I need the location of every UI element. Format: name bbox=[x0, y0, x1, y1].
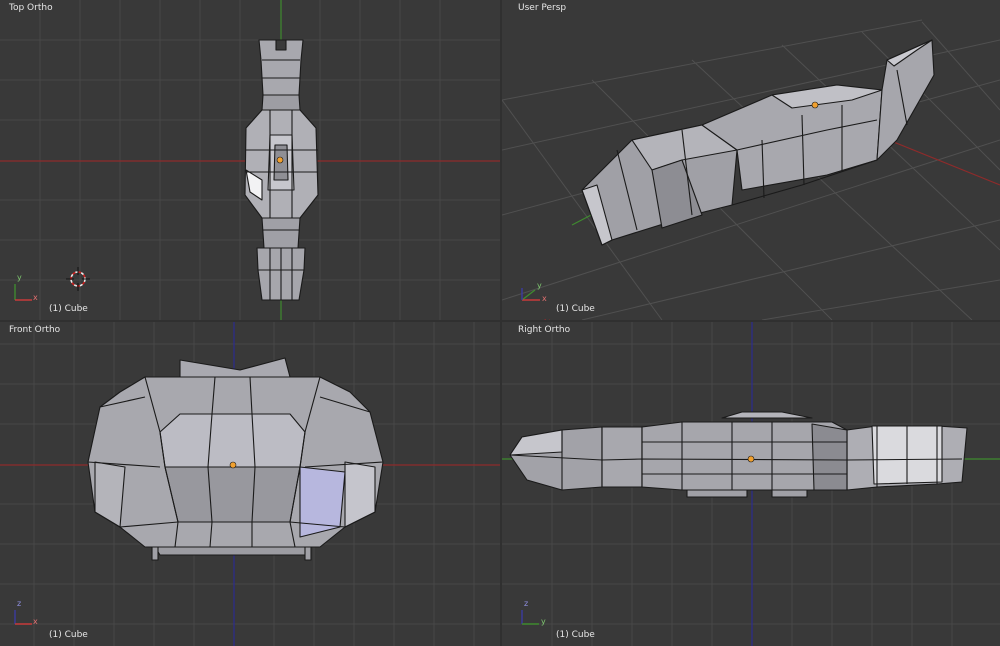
mesh-cube[interactable] bbox=[581, 39, 935, 246]
viewport-top-canvas[interactable] bbox=[0, 0, 500, 320]
axis-label-x: x bbox=[542, 294, 547, 303]
origin-point bbox=[811, 101, 819, 109]
origin-point bbox=[229, 461, 237, 469]
viewport-front-canvas[interactable] bbox=[0, 322, 500, 646]
axis-label-z: z bbox=[17, 599, 22, 608]
origin-point bbox=[747, 455, 755, 463]
axis-label-y: y bbox=[537, 281, 542, 290]
axis-gizmo-icon bbox=[521, 610, 539, 625]
mesh-cube[interactable] bbox=[509, 411, 968, 498]
viewport-top-ortho[interactable]: Top Ortho (1) Cube y x bbox=[0, 0, 500, 320]
axis-label-z: z bbox=[524, 599, 529, 608]
viewport-label: User Persp bbox=[518, 3, 567, 13]
axis-gizmo-icon bbox=[14, 284, 32, 301]
axis-label-y: y bbox=[17, 273, 22, 282]
mesh-cube[interactable] bbox=[87, 357, 384, 561]
active-object-label: (1) Cube bbox=[556, 304, 595, 314]
axis-label-x: x bbox=[33, 617, 38, 626]
axis-gizmo-icon bbox=[14, 610, 32, 625]
3d-cursor-icon bbox=[66, 267, 90, 291]
axis-label-y: y bbox=[541, 617, 546, 626]
viewport-right-ortho[interactable]: Right Ortho (1) Cube z y bbox=[502, 322, 1000, 646]
viewport-front-ortho[interactable]: Front Ortho (1) Cube z x bbox=[0, 322, 500, 646]
viewport-label: Front Ortho bbox=[9, 325, 61, 335]
viewport-user-persp[interactable]: User Persp (1) Cube y x bbox=[502, 0, 1000, 320]
viewport-right-canvas[interactable] bbox=[502, 322, 1000, 646]
active-object-label: (1) Cube bbox=[49, 304, 88, 314]
viewport-label: Right Ortho bbox=[518, 325, 571, 335]
viewport-label: Top Ortho bbox=[9, 3, 53, 13]
axis-label-x: x bbox=[33, 293, 38, 302]
origin-point bbox=[276, 156, 284, 164]
active-object-label: (1) Cube bbox=[49, 630, 88, 640]
active-object-label: (1) Cube bbox=[556, 630, 595, 640]
mesh-cube[interactable] bbox=[244, 39, 319, 301]
viewport-persp-canvas[interactable] bbox=[502, 0, 1000, 320]
